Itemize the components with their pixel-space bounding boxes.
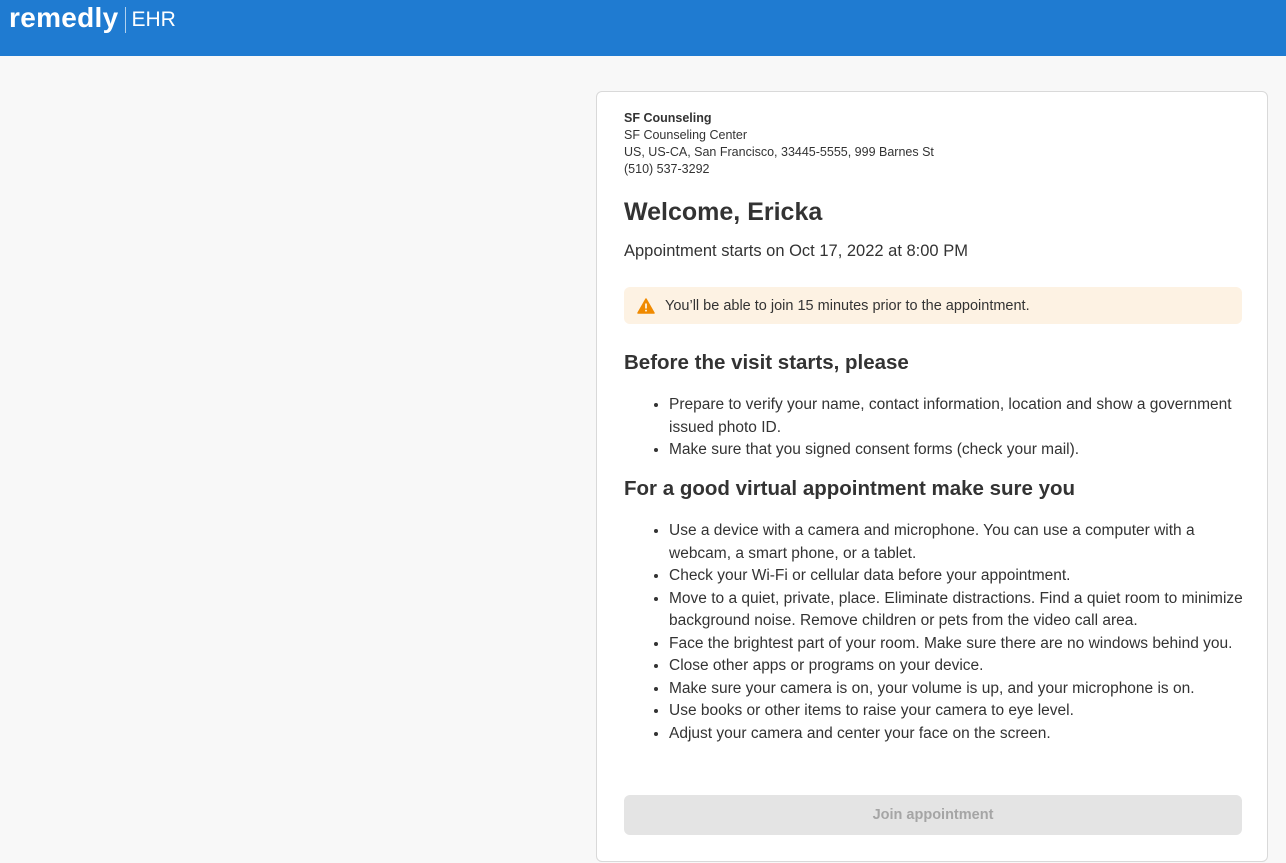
- logo-divider: [124, 7, 126, 33]
- before-visit-title: Before the visit starts, please: [624, 351, 909, 374]
- before-visit-list: Prepare to verify your name, contact inf…: [624, 394, 1244, 462]
- list-item: Prepare to verify your name, contact inf…: [669, 394, 1244, 439]
- logo-main-text: remedly: [9, 2, 119, 33]
- practice-phone: (510) 537-3292: [624, 162, 710, 176]
- list-item: Close other apps or programs on your dev…: [669, 655, 1244, 678]
- practice-center: SF Counseling Center: [624, 128, 747, 142]
- welcome-title: Welcome, Ericka: [624, 198, 823, 226]
- appointment-card: SF Counseling SF Counseling Center US, U…: [596, 91, 1268, 862]
- remedly-logo[interactable]: remedly EHR: [9, 2, 176, 34]
- join-appointment-button[interactable]: Join appointment: [624, 795, 1242, 835]
- list-item: Make sure your camera is on, your volume…: [669, 678, 1244, 701]
- list-item: Use books or other items to raise your c…: [669, 700, 1244, 723]
- practice-address: US, US-CA, San Francisco, 33445-5555, 99…: [624, 145, 934, 159]
- top-bar: remedly EHR: [0, 0, 1286, 56]
- list-item: Adjust your camera and center your face …: [669, 723, 1244, 746]
- list-item: Face the brightest part of your room. Ma…: [669, 633, 1244, 656]
- list-item: Move to a quiet, private, place. Elimina…: [669, 588, 1244, 633]
- appointment-start-text: Appointment starts on Oct 17, 2022 at 8:…: [624, 242, 968, 260]
- list-item: Make sure that you signed consent forms …: [669, 439, 1244, 462]
- join-notice-banner: You’ll be able to join 15 minutes prior …: [624, 287, 1242, 324]
- virtual-tips-list: Use a device with a camera and microphon…: [624, 520, 1244, 745]
- virtual-tips-title: For a good virtual appointment make sure…: [624, 477, 1076, 500]
- logo-sub-text: EHR: [131, 8, 176, 31]
- join-notice-text: You’ll be able to join 15 minutes prior …: [665, 297, 1030, 314]
- warning-icon: [637, 297, 655, 314]
- practice-info: SF Counseling SF Counseling Center US, U…: [624, 110, 934, 178]
- list-item: Check your Wi-Fi or cellular data before…: [669, 565, 1244, 588]
- practice-name: SF Counseling: [624, 111, 712, 125]
- list-item: Use a device with a camera and microphon…: [669, 520, 1244, 565]
